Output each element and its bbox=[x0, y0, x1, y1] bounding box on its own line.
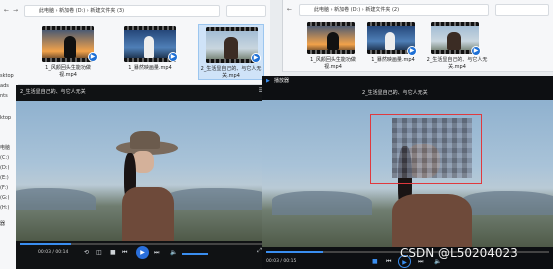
file-item[interactable]: ▶ 1_暴然映画量.mp4 bbox=[363, 22, 423, 64]
volume-icon[interactable]: 🔈 bbox=[170, 247, 177, 259]
sidebar-item[interactable]: ads bbox=[0, 82, 9, 91]
file-name: 1_暴然映画量.mp4 bbox=[371, 57, 415, 63]
file-item[interactable]: 1_风颜回头生能功做视.mp4 bbox=[303, 22, 363, 71]
previous-icon[interactable]: ⏮ bbox=[386, 256, 391, 268]
left-explorer-window: ← → 此电脑 › 新加卷 (D:) › 新建文件夹 (3) 1_风颜回头生能功… bbox=[0, 0, 270, 85]
seek-bar[interactable] bbox=[20, 243, 264, 245]
video-frame[interactable] bbox=[16, 101, 268, 241]
file-name: 2_生活显自己的、与它人无关.mp4 bbox=[200, 66, 262, 79]
loop-icon[interactable]: ⟲ bbox=[84, 247, 89, 259]
sidebar-item[interactable]: (C:) bbox=[0, 154, 9, 163]
previous-icon[interactable]: ⏮ bbox=[122, 247, 127, 259]
video-thumbnail bbox=[307, 22, 355, 54]
selection-rectangle[interactable] bbox=[370, 114, 482, 184]
file-name: 2_生活显自己的、与它人无关.mp4 bbox=[426, 57, 488, 70]
back-arrow-icon[interactable]: ← bbox=[287, 4, 292, 16]
file-name: 1_暴然映画量.mp4 bbox=[128, 65, 172, 71]
sidebar-item[interactable]: (F:) bbox=[0, 184, 8, 193]
sidebar-item[interactable]: (D:) bbox=[0, 164, 9, 173]
next-icon[interactable]: ⏭ bbox=[154, 247, 159, 259]
video-title: 2_生活显自己的、与它人无关 bbox=[362, 90, 428, 96]
file-item[interactable]: ▶ 2_生活显自己的、与它人无关.mp4 bbox=[425, 22, 489, 71]
address-text: 此电脑 › 新加卷 (D:) › 新建文件夹 (3) bbox=[39, 8, 125, 14]
time-display: 00:03 / 00:14 bbox=[38, 250, 69, 255]
app-title: 播放器 bbox=[274, 78, 290, 84]
file-name: 1_风颜回头生能功做视.mp4 bbox=[310, 57, 356, 70]
file-item[interactable]: ▶ 1_暴然映画量.mp4 bbox=[120, 26, 180, 72]
file-item-selected[interactable]: ▶ 2_生活显自己的、与它人无关.mp4 bbox=[198, 24, 264, 80]
playlist-icon[interactable]: ◫ bbox=[96, 247, 102, 259]
address-text: 此电脑 › 新加卷 (D:) › 新建文件夹 (2) bbox=[314, 7, 400, 13]
vlc-badge-icon: ▶ bbox=[407, 46, 417, 56]
video-title: 2_生活显自己的、与它人无关 bbox=[20, 89, 86, 95]
vlc-badge-icon: ▶ bbox=[168, 52, 178, 62]
left-video-player: 2_生活显自己的、与它人无关 ☰ 00:03 / 00:14 ⟲ ◫ ■ ⏮ ▶… bbox=[16, 85, 268, 269]
address-bar[interactable]: 此电脑 › 新加卷 (D:) › 新建文件夹 (3) bbox=[24, 5, 220, 17]
watermark: CSDN @L50204023 bbox=[400, 246, 518, 260]
vlc-badge-icon: ▶ bbox=[471, 46, 481, 56]
right-explorer-window: ← 此电脑 › 新加卷 (D:) › 新建文件夹 (2) 1_风颜回头生能功做视… bbox=[282, 0, 553, 72]
address-bar[interactable]: 此电脑 › 新加卷 (D:) › 新建文件夹 (2) bbox=[299, 4, 489, 16]
vlc-badge-icon: ▶ bbox=[88, 52, 98, 62]
search-input[interactable] bbox=[226, 5, 266, 17]
vlc-badge-icon: ▶ bbox=[251, 53, 261, 63]
forward-arrow-icon[interactable]: → bbox=[13, 5, 18, 17]
stop-icon[interactable]: ■ bbox=[372, 256, 378, 268]
volume-slider[interactable] bbox=[182, 253, 208, 255]
video-frame[interactable] bbox=[262, 100, 553, 247]
sidebar-item[interactable]: nts bbox=[0, 92, 8, 101]
sidebar-item[interactable]: ktop bbox=[0, 114, 11, 123]
stop-icon[interactable]: ■ bbox=[110, 247, 116, 259]
sidebar-item[interactable]: (E:) bbox=[0, 174, 9, 183]
time-display: 00:03 / 00:15 bbox=[266, 259, 297, 264]
right-video-player: ▶ 播放器 2_生活显自己的、与它人无关 00:03 / 00:15 ■ ⏮ ▶… bbox=[262, 76, 553, 269]
back-arrow-icon[interactable]: ← bbox=[4, 5, 9, 17]
file-name: 1_风颜回头生能功做视.mp4 bbox=[45, 65, 91, 78]
video-thumbnail bbox=[42, 26, 94, 62]
sidebar-item[interactable]: (G:) bbox=[0, 194, 9, 203]
sidebar-item[interactable]: (H:) bbox=[0, 204, 9, 213]
sidebar-item[interactable]: 器 bbox=[0, 220, 5, 229]
search-input[interactable] bbox=[495, 4, 549, 16]
play-button[interactable]: ▶ bbox=[136, 246, 149, 259]
sidebar-item[interactable]: sktop bbox=[0, 72, 14, 81]
app-logo-icon: ▶ bbox=[266, 78, 270, 84]
woman-figure bbox=[112, 131, 182, 241]
sidebar-item[interactable]: 电脑 bbox=[0, 144, 10, 153]
